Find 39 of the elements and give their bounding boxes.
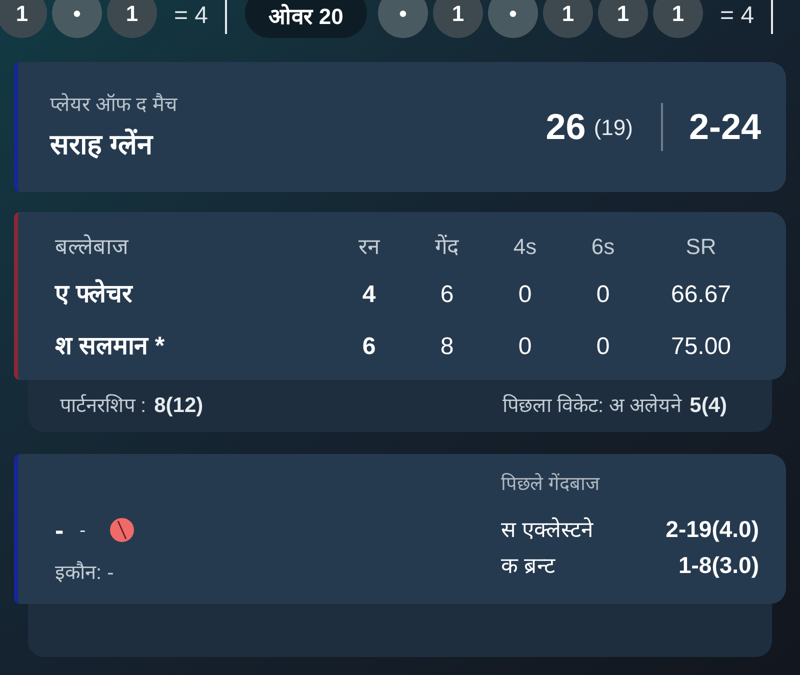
partnership-label: पार्टनरशिप :	[60, 393, 146, 419]
bowling-figures: 2-24	[688, 105, 761, 149]
table-cell-text: 8	[440, 332, 454, 362]
batter-name: श सलमान *	[55, 331, 165, 362]
bowler-overs: -	[80, 518, 86, 542]
bowler-figures: 1-8(3.0)	[678, 550, 759, 580]
bowler-name: स एक्लेस्टने	[501, 516, 594, 544]
over-total: = 4	[720, 1, 754, 31]
bowler-figures: 2-19(4.0)	[666, 514, 759, 544]
table-cell-text: 75.00	[670, 332, 732, 362]
economy-text: इकौन: -	[55, 560, 114, 586]
batter-name: ए फ्लेचर	[55, 278, 132, 310]
bowler-name: क ब्रन्ट	[501, 552, 556, 580]
award-caption: प्लेयर ऑफ द मैच	[50, 92, 178, 118]
table-cell-text: 6	[440, 280, 454, 310]
bowler-figures: -	[55, 514, 64, 546]
over-total: = 4	[174, 1, 208, 31]
over-label: ओवर 20	[245, 0, 368, 38]
table-cell-text: 6	[362, 332, 376, 362]
table-cell-text: 0	[596, 332, 610, 362]
runs-scored: 26	[546, 105, 586, 149]
player-name: सराह ग्लेंन	[50, 127, 153, 162]
column-header: गेंद	[435, 233, 459, 261]
last-wicket-value: 5(4)	[690, 393, 727, 420]
table-cell-text: 0	[518, 280, 532, 310]
previous-bowlers-title: पिछले गेंदबाज	[501, 472, 600, 497]
table-cell-text: 0	[518, 332, 532, 362]
column-header: रन	[358, 233, 380, 261]
column-header: SR	[686, 233, 716, 261]
cricket-ball-icon	[110, 518, 134, 542]
column-header: बल्लेबाज	[55, 233, 128, 261]
table-cell-text: 66.67	[670, 280, 732, 310]
table-cell-text: 4	[362, 280, 376, 310]
partnership-value: 8(12)	[154, 393, 204, 420]
table-cell-text: 0	[596, 280, 610, 310]
balls-faced: (19)	[594, 114, 633, 142]
column-header: 4s	[513, 233, 537, 261]
column-header: 6s	[591, 233, 615, 261]
last-wicket-label: पिछला विकेट: अ अलेयने	[502, 393, 682, 419]
